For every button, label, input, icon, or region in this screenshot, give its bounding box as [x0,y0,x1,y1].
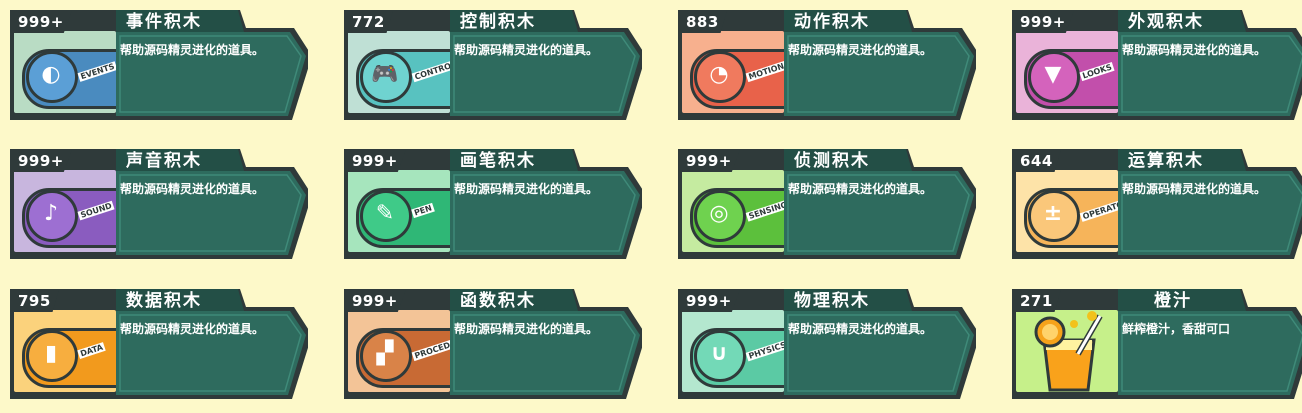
item-card[interactable]: ▼ LOOKS 999+ 外观积木帮助源码精灵进化的道具。 [1010,8,1302,120]
item-description: 帮助源码精灵进化的道具。 [120,43,265,57]
ghost-icon: ◔ [709,62,729,87]
item-thumbnail: ♪ SOUND [14,170,116,252]
item-thumbnail: ✎ PEN [348,170,450,252]
item-description: 帮助源码精灵进化的道具。 [788,322,933,336]
item-description: 帮助源码精灵进化的道具。 [120,182,265,196]
item-title: 外观积木 [1128,12,1204,32]
item-card[interactable]: ▮ DATA 795 数据积木帮助源码精灵进化的道具。 [8,287,308,399]
shirt-icon: ▼ [1044,62,1062,87]
item-thumbnail: ± OPERATO [1016,170,1118,252]
item-count-badge: 644 [1016,150,1061,172]
blocks-icon: ▞ [376,341,394,366]
item-count-badge: 271 [1016,290,1061,312]
orange-slice-inner [1042,324,1058,340]
item-description: 帮助源码精灵进化的道具。 [1122,182,1267,196]
item-thumbnail: ▞ PROCED [348,310,450,392]
item-description: 帮助源码精灵进化的道具。 [788,182,933,196]
item-thumbnail: ◐ EVENTS [14,31,116,113]
item-count-badge: 795 [14,290,59,312]
item-count-badge: 999+ [348,150,406,172]
item-title: 函数积木 [460,291,536,311]
item-card[interactable]: ▞ PROCED 999+ 函数积木帮助源码精灵进化的道具。 [342,287,642,399]
item-thumbnail: ∪ PHYSICS [682,310,784,392]
calculator-icon: ± [1043,201,1063,226]
magnet-icon: ∪ [710,341,728,366]
item-thumbnail [1016,310,1118,392]
item-title: 数据积木 [126,291,202,311]
toggle-icon: ◐ [41,62,61,87]
item-description: 帮助源码精灵进化的道具。 [454,322,599,336]
item-card[interactable]: ◐ EVENTS 999+ 事件积木帮助源码精灵进化的道具。 [8,8,308,120]
orange-juice-icon [1034,311,1103,392]
item-description: 帮助源码精灵进化的道具。 [788,43,933,57]
item-card[interactable]: ◎ SENSING 999+ 侦测积木帮助源码精灵进化的道具。 [676,147,976,259]
item-description: 帮助源码精灵进化的道具。 [454,43,599,57]
item-card[interactable]: ◔ MOTION 883 动作积木帮助源码精灵进化的道具。 [676,8,976,120]
item-description: 鲜榨橙汁，香甜可口 [1122,322,1231,336]
item-title: 物理积木 [794,291,870,311]
item-thumbnail: ◔ MOTION [682,31,784,113]
item-title: 画笔积木 [460,151,536,171]
item-title: 控制积木 [460,12,536,32]
item-title: 声音积木 [126,151,202,171]
item-thumbnail: ▮ DATA [14,310,116,392]
item-title: 运算积木 [1128,151,1204,171]
item-count-badge: 999+ [682,150,740,172]
target-icon: ◎ [709,201,729,226]
microphone-icon: ♪ [43,201,59,226]
bar-chart-icon: ▮ [44,341,58,366]
item-card[interactable]: ✎ PEN 999+ 画笔积木帮助源码精灵进化的道具。 [342,147,642,259]
pen-icon: ✎ [375,201,395,226]
item-card[interactable]: 271 橙汁鲜榨橙汁，香甜可口 [1010,287,1302,399]
item-title: 事件积木 [126,12,202,32]
item-card[interactable]: ∪ PHYSICS 999+ 物理积木帮助源码精灵进化的道具。 [676,287,976,399]
item-thumbnail: 🎮 CONTRO [348,31,450,113]
gamepad-icon: 🎮 [371,62,399,87]
item-title: 侦测积木 [794,151,870,171]
item-thumbnail: ▼ LOOKS [1016,31,1118,113]
item-count-badge: 883 [682,11,727,33]
item-card[interactable]: ± OPERATO 644 运算积木帮助源码精灵进化的道具。 [1010,147,1302,259]
item-count-badge: 999+ [1016,11,1074,33]
item-title: 动作积木 [794,12,870,32]
item-description: 帮助源码精灵进化的道具。 [454,182,599,196]
sparkle-dot [1070,320,1078,328]
item-thumbnail: ◎ SENSING [682,170,784,252]
item-title: 橙汁 [1154,291,1192,311]
item-description: 帮助源码精灵进化的道具。 [1122,43,1267,57]
item-count-badge: 999+ [682,290,740,312]
sparkle-dot [1087,311,1097,321]
item-count-badge: 772 [348,11,393,33]
item-count-badge: 999+ [14,11,72,33]
item-count-badge: 999+ [14,150,72,172]
item-card[interactable]: 🎮 CONTRO 772 控制积木帮助源码精灵进化的道具。 [342,8,642,120]
item-count-badge: 999+ [348,290,406,312]
item-card[interactable]: ♪ SOUND 999+ 声音积木帮助源码精灵进化的道具。 [8,147,308,259]
item-description: 帮助源码精灵进化的道具。 [120,322,265,336]
